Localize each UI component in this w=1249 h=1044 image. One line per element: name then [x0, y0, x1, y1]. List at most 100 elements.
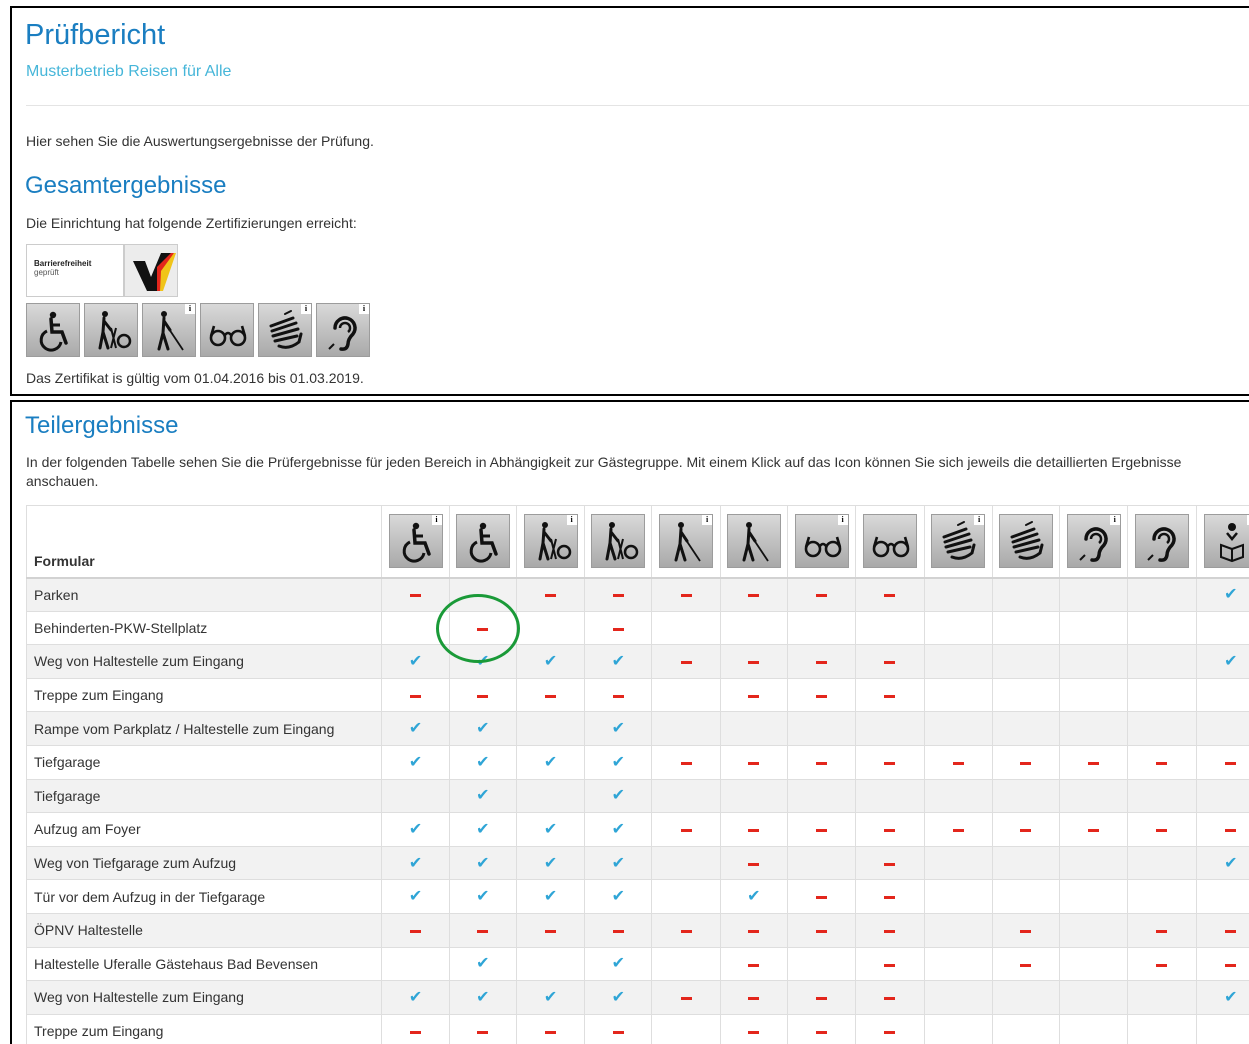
fail-dash-icon — [884, 594, 896, 598]
result-cell: ✔ — [381, 879, 450, 914]
result-cell — [719, 677, 789, 713]
fail-dash-icon — [748, 694, 760, 698]
sign-language-icon[interactable]: i — [258, 303, 312, 357]
result-cell — [1127, 1013, 1197, 1044]
pass-check-icon: ✔ — [543, 988, 558, 1006]
result-cell — [1195, 912, 1249, 948]
partial-results-panel: Teilergebnisse In der folgenden Tabelle … — [10, 400, 1249, 1044]
result-cell — [381, 677, 450, 713]
result-cell: ✔ — [448, 946, 517, 982]
glasses-icon[interactable] — [862, 514, 917, 569]
fail-dash-icon — [748, 930, 760, 934]
result-cell — [991, 711, 1061, 746]
result-cell — [855, 610, 925, 646]
result-cell — [923, 644, 993, 679]
fail-dash-icon — [1020, 963, 1032, 967]
info-icon[interactable]: i — [566, 515, 577, 526]
result-cell — [923, 677, 993, 713]
result-cell — [381, 946, 450, 982]
result-cell — [991, 845, 1061, 881]
fail-dash-icon — [884, 829, 896, 833]
pass-check-icon: ✔ — [476, 652, 490, 670]
info-icon[interactable]: i — [1109, 515, 1120, 526]
blind-cane-icon[interactable] — [726, 514, 781, 569]
result-cell — [651, 812, 721, 847]
result-cell — [651, 577, 721, 612]
info-icon[interactable]: i — [702, 515, 713, 526]
walking-aid-icon[interactable] — [591, 514, 646, 569]
result-cell — [1059, 644, 1129, 679]
result-cell — [651, 980, 721, 1015]
ear-icon[interactable]: i — [1066, 514, 1121, 569]
certification-badge: Barrierefreiheit geprüft — [26, 244, 124, 297]
result-cell — [991, 879, 1061, 914]
result-cell: ✔ — [381, 744, 450, 780]
glasses-icon[interactable]: i — [794, 514, 849, 569]
result-cell — [515, 912, 586, 948]
row-label: Aufzug am Foyer — [25, 812, 383, 847]
info-icon[interactable]: i — [974, 515, 985, 526]
info-icon[interactable]: i — [837, 515, 848, 526]
fail-dash-icon — [884, 661, 896, 665]
result-cell — [923, 1013, 993, 1044]
result-cell — [923, 980, 993, 1015]
info-icon[interactable]: i — [301, 304, 311, 314]
fail-dash-icon — [748, 594, 760, 598]
result-cell — [787, 812, 857, 847]
result-cell: ✔ — [584, 879, 653, 914]
column-header-wheelchair: i — [381, 505, 450, 579]
result-cell — [855, 644, 925, 679]
result-cell — [1059, 577, 1129, 612]
row-label: Weg von Tiefgarage zum Aufzug — [25, 845, 383, 881]
overall-heading: Gesamtergebnisse — [25, 172, 227, 199]
result-cell: ✔ — [1195, 644, 1249, 679]
wheelchair-icon[interactable] — [455, 514, 510, 569]
result-cell — [719, 845, 789, 881]
result-cell — [923, 912, 993, 948]
result-cell — [855, 778, 925, 814]
result-cell: ✔ — [584, 778, 653, 814]
pass-check-icon: ✔ — [611, 652, 626, 670]
ear-icon[interactable] — [1134, 514, 1189, 569]
pass-check-icon: ✔ — [543, 753, 558, 771]
walking-aid-icon[interactable] — [84, 303, 138, 357]
result-cell — [855, 1013, 925, 1044]
reading-person-icon[interactable]: i — [1203, 514, 1249, 569]
wheelchair-icon[interactable]: i — [388, 514, 443, 569]
column-header-wheelchair — [448, 505, 517, 579]
pass-check-icon: ✔ — [476, 854, 490, 872]
glasses-icon[interactable] — [200, 303, 254, 357]
result-cell — [584, 677, 653, 713]
result-cell — [787, 980, 857, 1015]
fail-dash-icon — [680, 762, 692, 766]
walking-aid-icon[interactable]: i — [523, 514, 578, 569]
fail-dash-icon — [477, 694, 489, 698]
info-icon[interactable]: i — [359, 304, 369, 314]
result-cell — [1195, 610, 1249, 646]
fail-dash-icon — [884, 896, 896, 900]
fail-dash-icon — [816, 661, 828, 665]
result-cell — [787, 610, 857, 646]
column-header-blind-cane — [719, 505, 789, 579]
result-cell — [1127, 711, 1197, 746]
info-icon[interactable]: i — [431, 515, 442, 526]
wheelchair-icon[interactable] — [26, 303, 80, 357]
result-cell — [515, 946, 586, 982]
info-icon[interactable]: i — [185, 304, 195, 314]
pass-check-icon: ✔ — [543, 652, 558, 670]
result-cell — [923, 845, 993, 881]
fail-dash-icon — [816, 594, 828, 598]
table-row: Behinderten-PKW-Stellplatz — [25, 610, 1249, 646]
result-cell — [855, 577, 925, 612]
sign-language-icon[interactable] — [998, 514, 1053, 569]
ear-icon[interactable]: i — [316, 303, 370, 357]
result-cell: ✔ — [584, 744, 653, 780]
results-table: Formular i i i i i i i Parken ✔ Behinderten-PKW-… — [25, 505, 1249, 1044]
result-cell: ✔ — [448, 879, 517, 914]
sign-language-icon[interactable]: i — [931, 514, 986, 569]
blind-cane-icon[interactable]: i — [659, 514, 714, 569]
result-cell — [991, 644, 1061, 679]
blind-cane-icon[interactable]: i — [142, 303, 196, 357]
fail-dash-icon — [612, 1030, 624, 1034]
fail-dash-icon — [1225, 963, 1237, 967]
